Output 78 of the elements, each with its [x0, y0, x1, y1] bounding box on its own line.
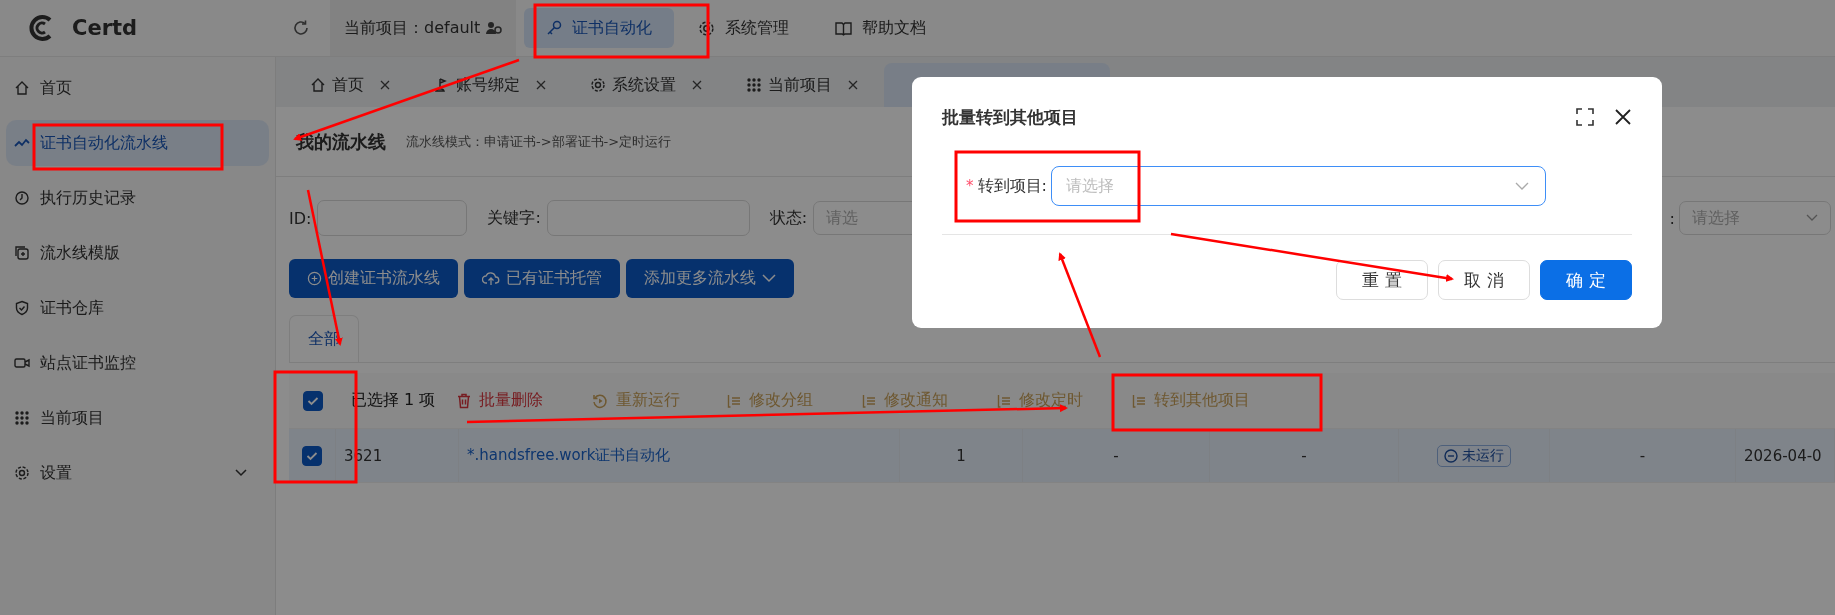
sidebar-item[interactable]: 证书自动化流水线 — [6, 120, 269, 166]
list-icon — [1132, 393, 1147, 408]
row-checkbox[interactable] — [302, 445, 322, 466]
home-icon — [14, 80, 30, 96]
app-logo-text: Certd — [72, 16, 138, 40]
pipeline-link[interactable]: *.handsfree.work证书自动化 — [467, 446, 671, 465]
filter-label: : — [1669, 208, 1675, 228]
sidebar-label: 首页 — [40, 77, 72, 99]
sidebar-item[interactable]: 当前项目 — [6, 395, 269, 441]
minus-circle-icon — [1444, 448, 1458, 463]
input-field[interactable] — [317, 200, 468, 236]
check-icon — [306, 395, 319, 406]
plus-circle-icon — [307, 271, 322, 286]
settings-icon — [698, 19, 716, 37]
nav-tab[interactable]: 证书自动化 — [524, 8, 675, 48]
dialog-title: 批量转到其他项目 — [942, 105, 1078, 129]
replay-icon — [592, 392, 609, 409]
close-icon[interactable] — [1614, 108, 1632, 126]
sidebar-label: 当前项目 — [40, 407, 104, 429]
table-cell: - — [1301, 446, 1307, 465]
sidebar-label: 执行历史记录 — [40, 187, 136, 209]
grid-icon — [14, 410, 30, 426]
list-icon — [727, 393, 742, 408]
chevron-down-icon — [762, 274, 776, 283]
video-camera-icon — [14, 355, 30, 371]
book-icon — [835, 20, 853, 36]
action-button[interactable]: 已有证书托管 — [464, 259, 620, 298]
trash-icon — [457, 392, 472, 409]
check-icon — [306, 450, 318, 461]
confirm-button[interactable]: 确 定 — [1540, 260, 1632, 300]
sidebar-item[interactable]: 流水线模版 — [6, 230, 269, 276]
list-icon — [862, 393, 877, 408]
users-icon — [486, 21, 503, 35]
table-cell: - — [1639, 446, 1646, 465]
filter-label: 关键字: — [487, 207, 541, 229]
sidebar-item[interactable]: 证书仓库 — [6, 285, 269, 331]
status-label: 未运行 — [1462, 446, 1504, 465]
cloud-upload-icon — [482, 271, 500, 286]
key-icon — [546, 20, 563, 36]
sidebar-label: 证书仓库 — [40, 297, 104, 319]
select-all-checkbox[interactable] — [302, 390, 323, 411]
sidebar-item[interactable]: 站点证书监控 — [6, 340, 269, 386]
table-cell: - — [1113, 446, 1119, 465]
sidebar-label: 站点证书监控 — [40, 352, 136, 374]
tab-icon — [590, 77, 606, 93]
project-switcher[interactable]: 当前项目：default — [330, 0, 517, 56]
tab-icon — [746, 77, 762, 93]
required-mark: * — [966, 177, 974, 195]
sidebar-item[interactable]: 设置 — [6, 450, 269, 496]
filter-label: ID: — [289, 208, 312, 228]
clock-icon — [14, 190, 30, 206]
table-cell: 1 — [956, 446, 966, 465]
fullscreen-icon[interactable] — [1576, 108, 1594, 126]
action-button[interactable]: 添加更多流水线 — [626, 259, 794, 298]
batch-action-button[interactable]: 批量删除 — [457, 390, 593, 411]
sidebar-label: 流水线模版 — [40, 242, 120, 264]
refresh-icon[interactable] — [292, 19, 310, 37]
page-subtitle: 流水线模式：申请证书->部署证书->定时运行 — [406, 132, 672, 151]
settings-icon — [14, 465, 30, 481]
dialog-button[interactable]: 取 消 — [1438, 260, 1530, 300]
logo-icon — [26, 14, 54, 42]
chevron-down-icon — [1514, 181, 1529, 191]
action-button[interactable]: 创建证书流水线 — [289, 259, 458, 298]
nav-tab[interactable]: 系统管理 — [676, 8, 812, 48]
nav-tab[interactable]: 帮助文档 — [813, 8, 949, 48]
sidebar-item[interactable]: 执行历史记录 — [6, 175, 269, 221]
chevron-down-icon — [1806, 214, 1818, 222]
filter-label: 状态: — [769, 207, 808, 229]
list-icon — [997, 393, 1012, 408]
sidebar-label: 证书自动化流水线 — [40, 132, 168, 154]
tab-icon — [310, 77, 326, 93]
field-label: 转到项目: — [977, 175, 1047, 197]
dialog-button[interactable]: 重 置 — [1336, 260, 1428, 300]
copy-icon — [14, 245, 30, 261]
shield-icon — [14, 300, 30, 316]
sidebar-item[interactable]: 首页 — [6, 65, 269, 111]
sidebar-label: 设置 — [40, 462, 72, 484]
table-cell: 2026-04-0 — [1744, 446, 1822, 465]
